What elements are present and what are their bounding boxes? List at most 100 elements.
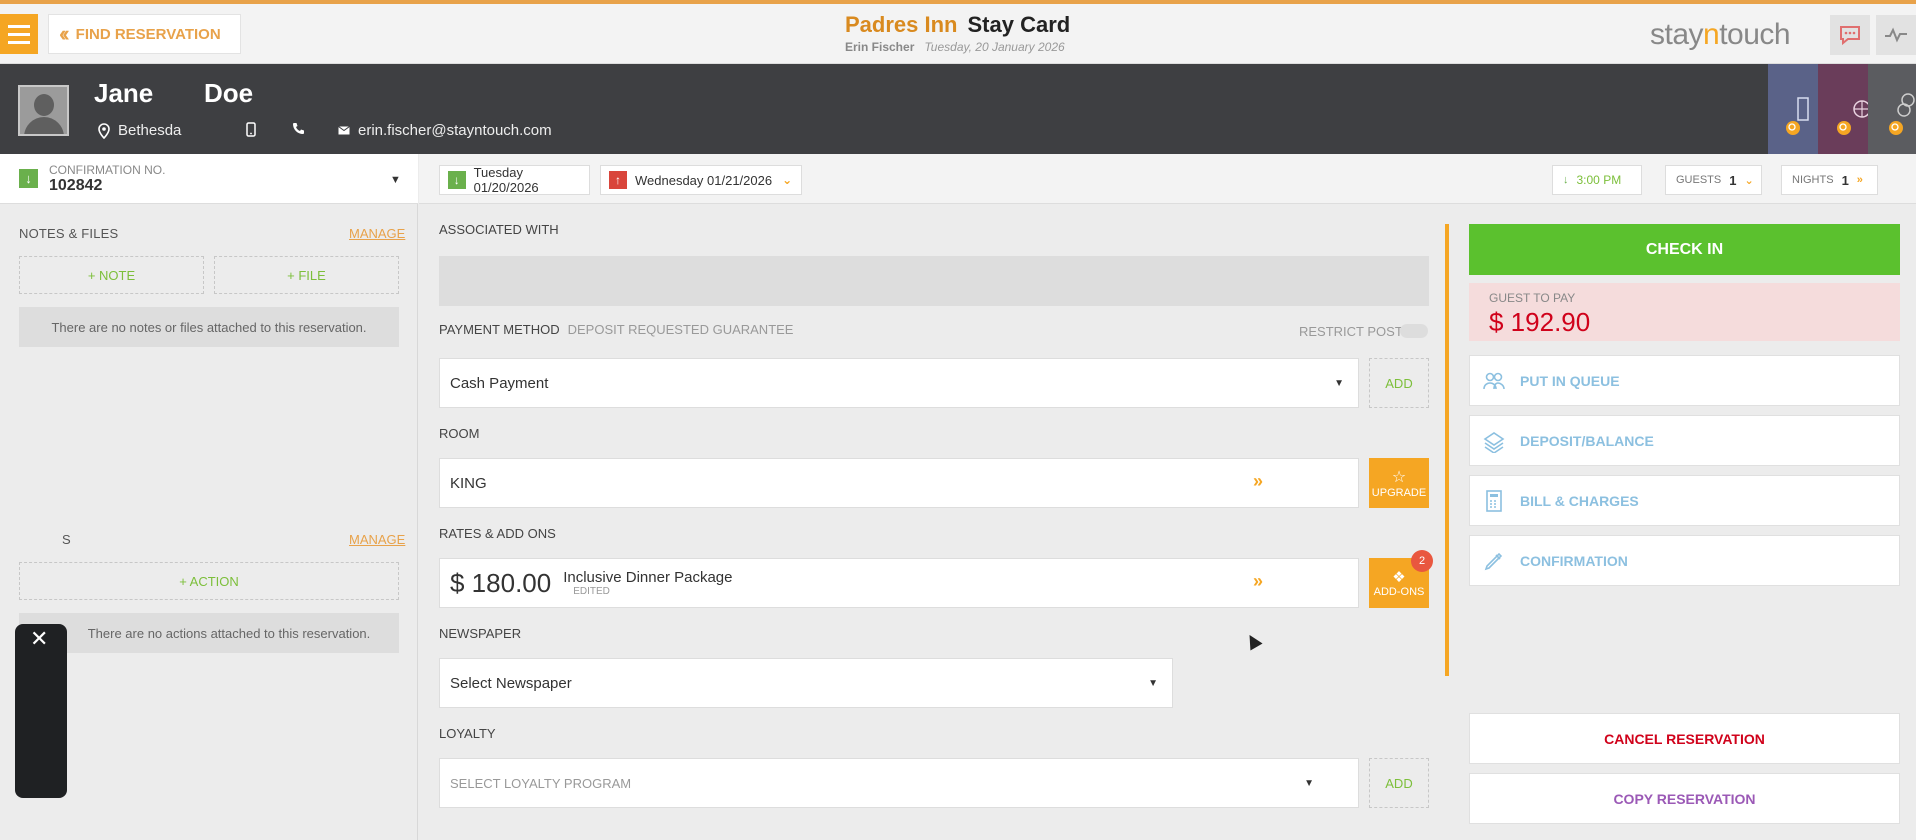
overlay-panel: ✕ [15, 624, 67, 798]
find-reservation-label: FIND RESERVATION [75, 25, 221, 43]
menu-line-icon [8, 32, 30, 36]
guests-label: GUESTS [1676, 174, 1722, 186]
building-icon [1786, 97, 1809, 135]
newspaper-value: Select Newspaper [450, 674, 572, 692]
loyalty-label: LOYALTY [439, 726, 496, 741]
restrict-post-label: RESTRICT POST [1299, 324, 1403, 339]
payment-method-select[interactable]: Cash Payment ▼ [439, 358, 1359, 408]
notes-empty-message: There are no notes or files attached to … [19, 307, 399, 347]
guest-to-pay: GUEST TO PAY $ 192.90 [1469, 283, 1900, 341]
deposit-balance-button[interactable]: DEPOSIT/BALANCE [1469, 415, 1900, 466]
confirmation-button[interactable]: CONFIRMATION [1469, 535, 1900, 586]
rates-label: RATES & ADD ONS [439, 526, 556, 541]
chat-icon-button[interactable] [1830, 15, 1870, 55]
guest-to-pay-label: GUEST TO PAY [1489, 291, 1576, 305]
add-loyalty-button[interactable]: ADD [1369, 758, 1429, 808]
newspaper-select[interactable]: Select Newspaper ▼ [439, 658, 1173, 708]
activity-icon-button[interactable] [1876, 15, 1916, 55]
queue-people-icon [1483, 372, 1505, 390]
chevron-down-icon: ⌄ [1744, 174, 1754, 187]
calculator-icon [1486, 490, 1502, 512]
double-chevron-right-icon: » [1856, 174, 1863, 186]
cancel-reservation-button[interactable]: CANCEL RESERVATION [1469, 713, 1900, 764]
hamburger-menu-button[interactable] [0, 14, 38, 54]
caret-down-icon: ▼ [1148, 677, 1158, 689]
find-reservation-button[interactable]: ‹‹ FIND RESERVATION [48, 14, 241, 54]
guest-last-name[interactable]: Doe [204, 78, 253, 109]
put-in-queue-button[interactable]: PUT IN QUEUE [1469, 355, 1900, 406]
pulse-icon [1885, 27, 1907, 43]
upgrade-button[interactable]: ☆ UPGRADE [1369, 458, 1429, 508]
add-file-button[interactable]: + FILE [214, 256, 399, 294]
guests-count[interactable]: GUESTS 1 ⌄ [1665, 165, 1762, 195]
room-label: ROOM [439, 426, 480, 441]
double-chevron-right-icon: » [1253, 571, 1264, 591]
confirmation-number: 102842 [49, 177, 103, 194]
user-name: Erin Fischer [845, 40, 915, 54]
tile-globe[interactable] [1818, 64, 1871, 154]
brand-logo: stayntouch [1650, 18, 1791, 51]
bill-charges-button[interactable]: BILL & CHARGES [1469, 475, 1900, 526]
loyalty-select[interactable]: SELECT LOYALTY PROGRAM ▼ [439, 758, 1359, 808]
check-in-button[interactable]: CHECK IN [1469, 224, 1900, 275]
associated-label: ASSOCIATED WITH [439, 222, 559, 237]
phone-icon [293, 123, 304, 134]
guest-header: Jane Doe Bethesda erin.fischer@stayntouc… [0, 64, 1916, 156]
departure-arrow-icon: ↑ [609, 171, 627, 189]
arrival-date-label: Tuesday 01/20/2026 [473, 165, 539, 195]
notes-files-title: NOTES & FILES [19, 226, 119, 241]
guests-value: 1 [1729, 172, 1737, 188]
add-payment-button[interactable]: ADD [1369, 358, 1429, 408]
guest-email[interactable]: erin.fischer@stayntouch.com [338, 122, 552, 139]
double-chevron-left-icon: ‹‹ [59, 21, 69, 46]
confirmation-label: CONFIRMATION [1520, 552, 1628, 569]
notes-manage-link[interactable]: MANAGE [349, 226, 405, 241]
phone[interactable] [292, 122, 305, 135]
arrow-down-icon: ↓ [1563, 174, 1569, 186]
arrival-time[interactable]: ↓ 3:00 PM [1552, 165, 1642, 195]
tile-group[interactable] [1868, 64, 1916, 154]
caret-down-icon: ▼ [1334, 377, 1344, 389]
nights-label: NIGHTS [1792, 174, 1834, 186]
departure-date-label: Wednesday 01/21/2026 [635, 172, 773, 188]
actions-title: S [62, 532, 71, 547]
room-field[interactable]: KING » [439, 458, 1359, 508]
email-icon [338, 126, 350, 135]
close-icon[interactable]: ✕ [30, 626, 48, 652]
add-action-button[interactable]: + ACTION [19, 562, 399, 600]
guest-city: Bethesda [98, 122, 181, 139]
pen-icon [1484, 552, 1503, 571]
guest-first-name[interactable]: Jane [94, 78, 153, 109]
hotel-name: Padres Inn [845, 12, 958, 37]
arrival-date[interactable]: ↓ Tuesday 01/20/2026 [439, 165, 590, 195]
chat-bubble-icon [1840, 26, 1860, 46]
addons-button[interactable]: ❖ ADD-ONS 2 [1369, 550, 1433, 608]
chevron-down-icon: ⌄ [782, 173, 793, 187]
add-note-button[interactable]: + NOTE [19, 256, 204, 294]
arrival-arrow-icon: ↓ [448, 171, 466, 189]
associated-field[interactable] [439, 256, 1429, 306]
tile-building[interactable] [1768, 64, 1818, 154]
globe-icon [1837, 100, 1871, 135]
restrict-post-toggle[interactable] [1400, 324, 1428, 338]
put-in-queue-label: PUT IN QUEUE [1520, 372, 1620, 389]
rate-field[interactable]: $ 180.00 Inclusive Dinner Package EDITED… [439, 558, 1359, 608]
reservation-form: ASSOCIATED WITH PAYMENT METHOD DEPOSIT RE… [419, 204, 1439, 840]
coins-icon [1483, 432, 1505, 453]
layers-icon: ❖ [1392, 569, 1406, 586]
deposit-balance-label: DEPOSIT/BALANCE [1520, 432, 1654, 449]
mobile-phone[interactable] [246, 122, 256, 137]
rate-name: Inclusive Dinner Package [563, 569, 733, 586]
guest-avatar[interactable] [18, 85, 69, 136]
guest-city-label: Bethesda [118, 122, 182, 139]
double-chevron-right-icon: » [1253, 471, 1264, 491]
actions-manage-link[interactable]: MANAGE [349, 532, 405, 547]
nights-count[interactable]: NIGHTS 1 » [1781, 165, 1878, 195]
guest-to-pay-amount: $ 192.90 [1489, 307, 1591, 337]
page-title: Stay Card [967, 12, 1071, 37]
confirmation-selector[interactable]: ↓ CONFIRMATION NO. 102842 ▼ [0, 154, 418, 204]
departure-date[interactable]: ↑ Wednesday 01/21/2026 ⌄ [600, 165, 802, 195]
bill-charges-label: BILL & CHARGES [1520, 492, 1639, 509]
left-column: ↓ CONFIRMATION NO. 102842 ▼ NOTES & FILE… [0, 154, 418, 840]
copy-reservation-button[interactable]: COPY RESERVATION [1469, 773, 1900, 824]
